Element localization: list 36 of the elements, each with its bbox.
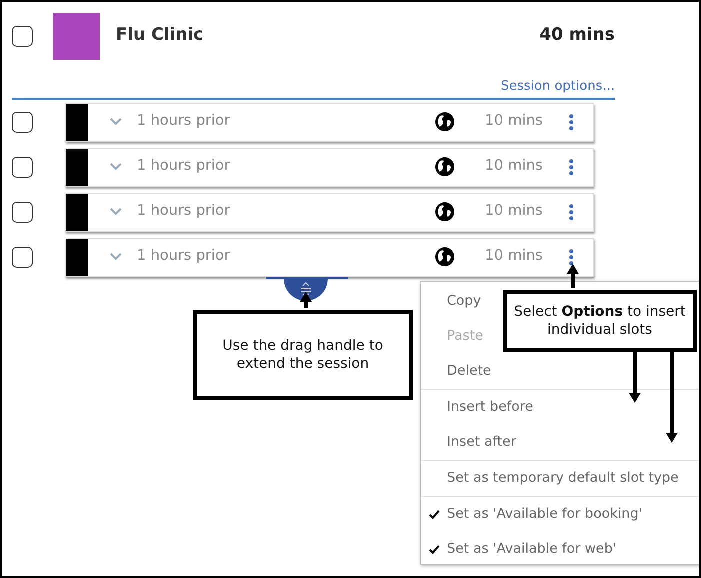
slot-label: 1 hours prior <box>137 157 232 176</box>
slot-row[interactable]: 1 hours prior 10 mins <box>65 148 594 186</box>
slot-duration: 10 mins <box>485 157 543 176</box>
session-options-link[interactable]: Session options... <box>500 77 615 96</box>
menu-item[interactable]: Set as 'Available for web' <box>421 532 617 567</box>
slot-row[interactable]: 1 hours prior 10 mins <box>65 192 594 232</box>
globe-icon <box>435 247 456 267</box>
slot-row[interactable]: 1 hours prior 10 mins <box>65 102 594 142</box>
menu-item[interactable]: Delete <box>421 354 492 389</box>
menu-item[interactable]: Insert before <box>421 390 534 425</box>
menu-item[interactable]: Set as temporary default slot type <box>421 461 679 496</box>
globe-icon <box>435 202 456 222</box>
checkbox[interactable] <box>12 112 33 132</box>
slot-duration: 10 mins <box>485 202 543 222</box>
slot-label: 1 hours prior <box>137 202 232 222</box>
slot-duration: 10 mins <box>485 112 543 132</box>
checkbox[interactable] <box>12 26 33 46</box>
callout-arrow <box>567 264 579 288</box>
globe-icon <box>435 112 456 132</box>
slot-row[interactable]: 1 hours prior 10 mins <box>65 238 594 276</box>
checkbox[interactable] <box>12 202 33 222</box>
drag-handle[interactable] <box>266 277 348 303</box>
checkbox[interactable] <box>12 246 33 268</box>
slot-label: 1 hours prior <box>137 247 232 266</box>
menu-item[interactable]: Copy <box>421 284 482 319</box>
slot-duration: 10 mins <box>485 247 543 266</box>
callout-text: Use the drag handle to extend the session <box>222 336 384 374</box>
callout-arrow <box>300 292 312 308</box>
globe-icon <box>435 157 456 177</box>
checkbox[interactable] <box>12 156 33 178</box>
callout-text: Select Options to insert individual slots <box>513 302 687 340</box>
menu-item[interactable]: Inset after <box>421 425 516 460</box>
session-title: Flu Clinic <box>116 24 204 48</box>
slot-label: 1 hours prior <box>137 112 232 132</box>
session-duration: 40 mins <box>540 24 615 48</box>
menu-item[interactable]: Set as 'Available for booking' <box>421 497 643 532</box>
